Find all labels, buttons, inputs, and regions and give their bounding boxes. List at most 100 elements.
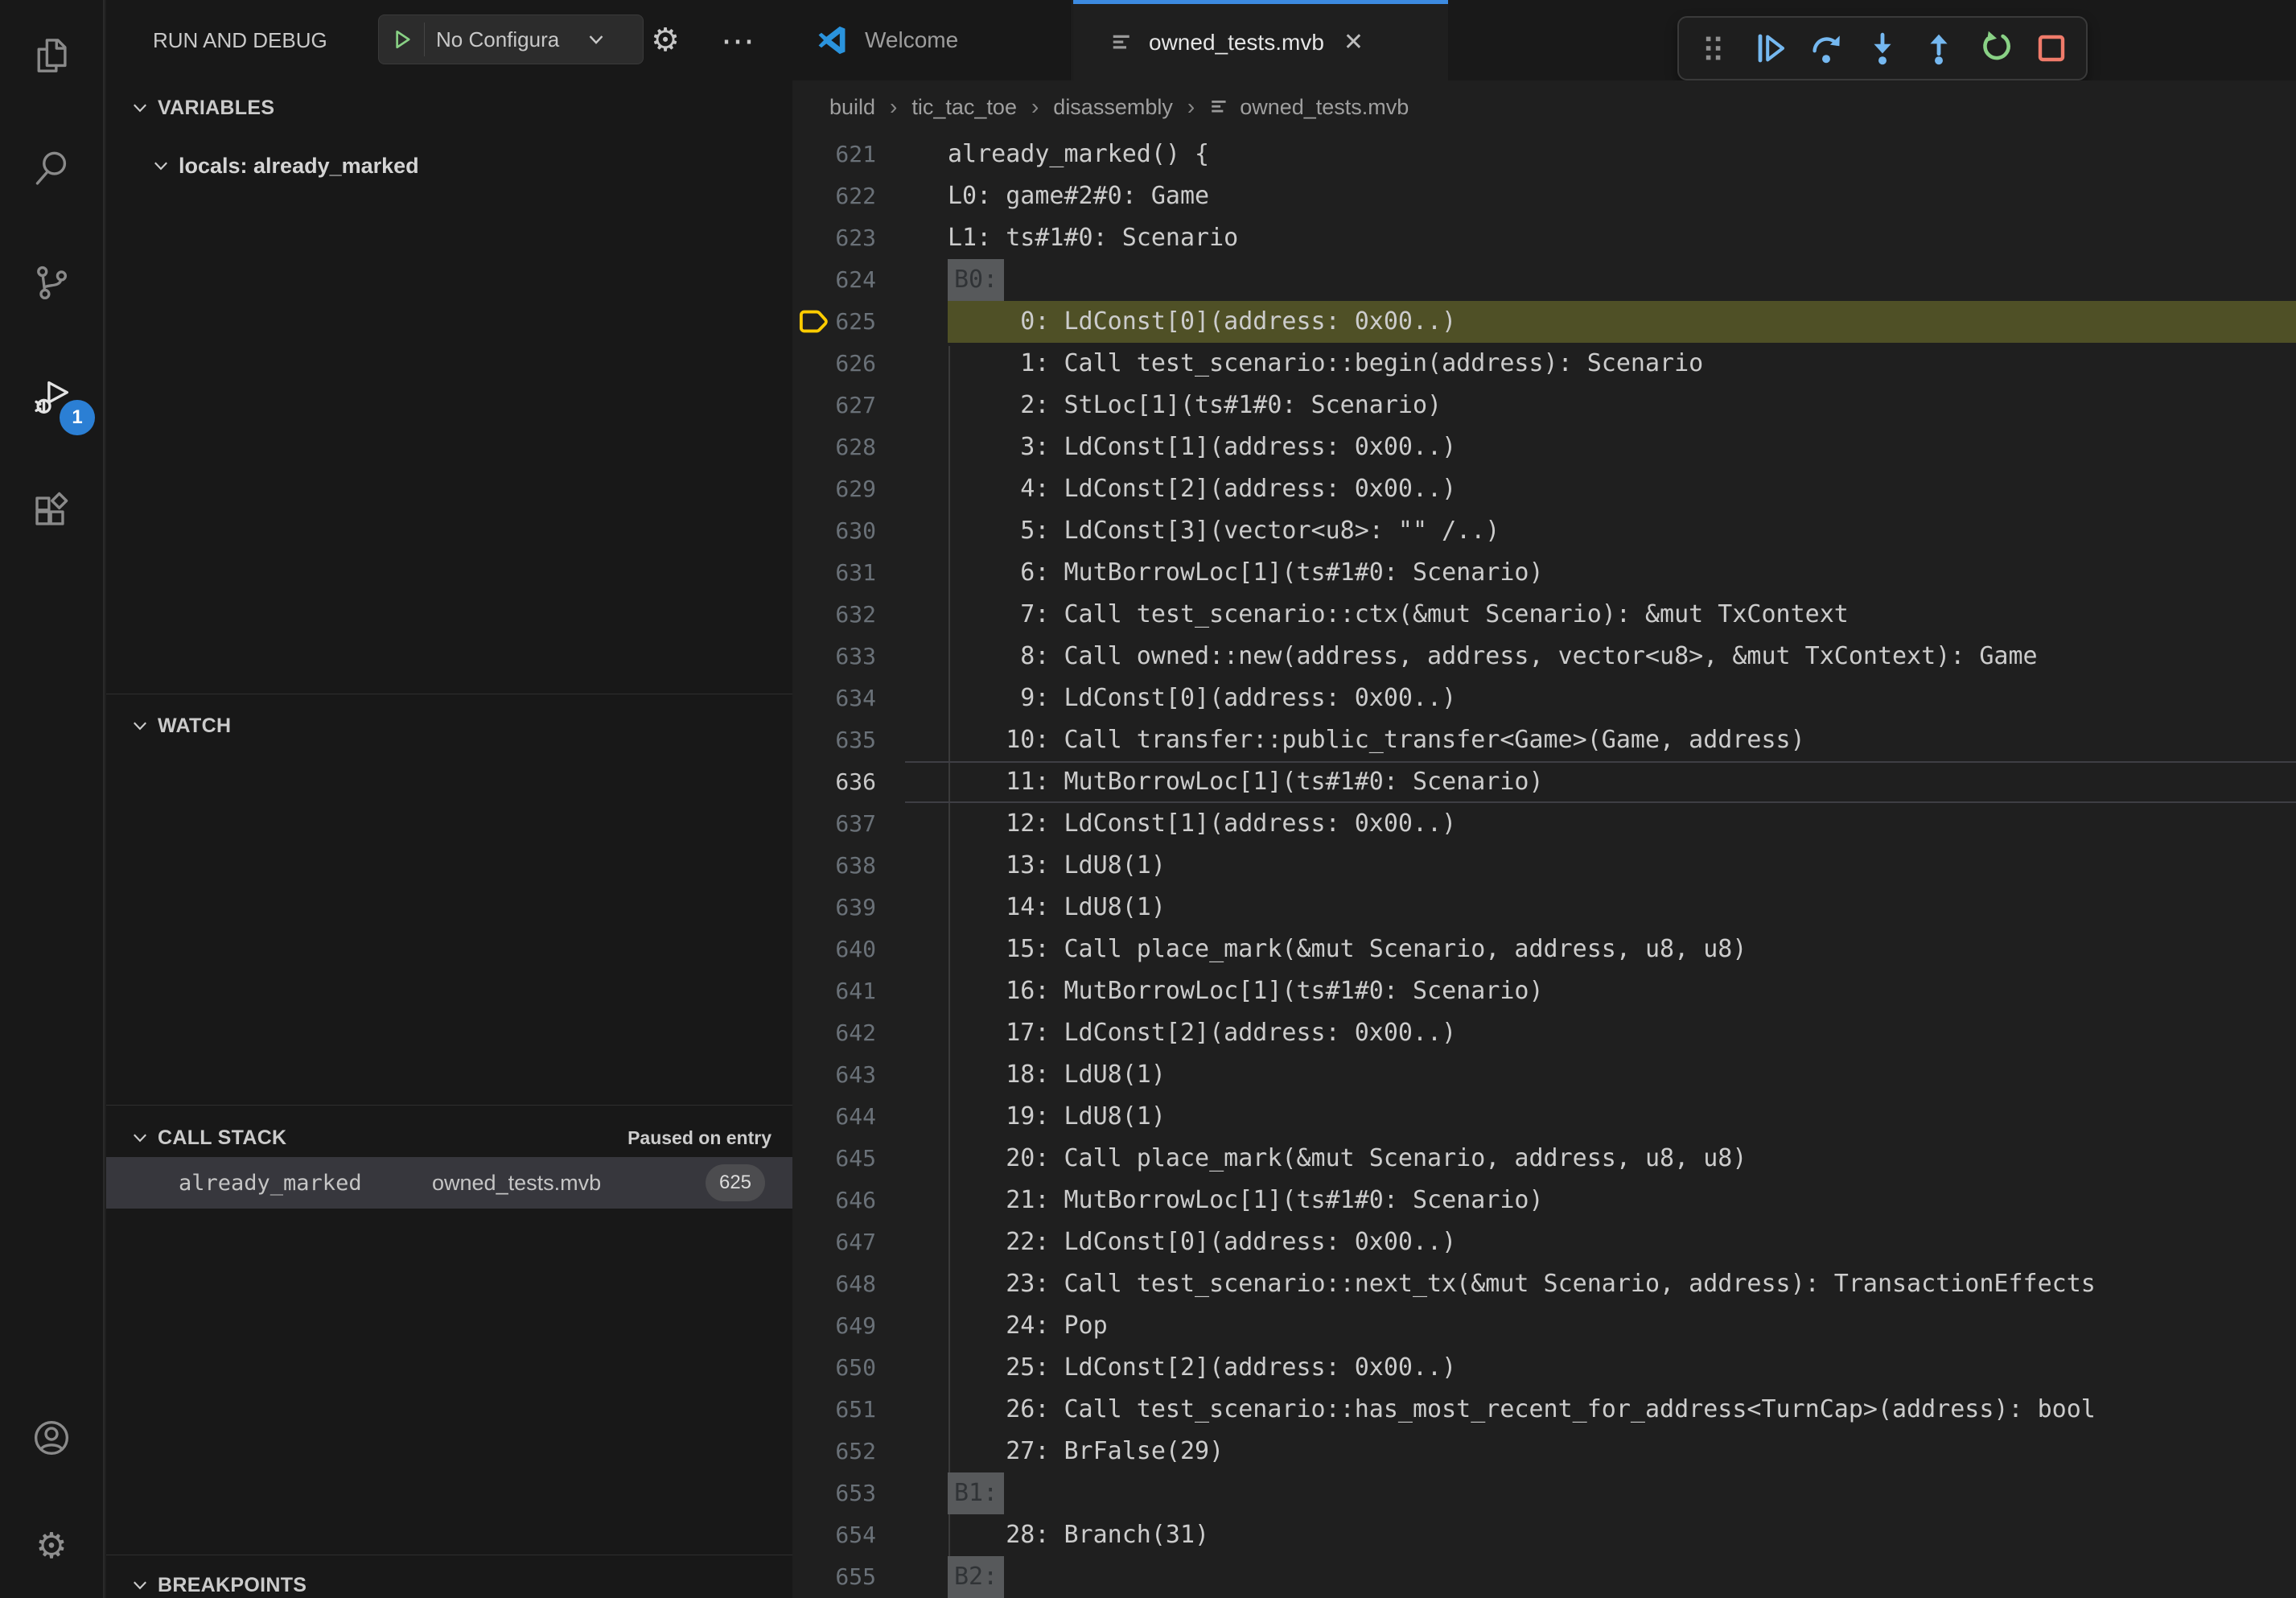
breadcrumb-item[interactable]: disassembly <box>1053 95 1173 120</box>
line-number[interactable]: 638 <box>792 845 876 887</box>
breadcrumb-item-file[interactable]: owned_tests.mvb <box>1209 95 1409 120</box>
code-line-642[interactable]: 642 17: LdConst[2](address: 0x00..) <box>792 1012 2296 1054</box>
line-number[interactable]: 655 <box>792 1556 876 1598</box>
code-line-621[interactable]: 621already_marked() { <box>792 134 2296 175</box>
line-number[interactable]: 626 <box>792 343 876 385</box>
code-line-645[interactable]: 645 20: Call place_mark(&mut Scenario, a… <box>792 1138 2296 1180</box>
breadcrumb-item[interactable]: tic_tac_toe <box>911 95 1017 120</box>
tab-welcome[interactable]: Welcome <box>792 0 1072 80</box>
account-icon[interactable] <box>0 1390 103 1485</box>
code-line-643[interactable]: 643 18: LdU8(1) <box>792 1054 2296 1096</box>
line-number[interactable]: 644 <box>792 1096 876 1138</box>
search-icon[interactable] <box>0 121 103 216</box>
code-editor[interactable]: 621already_marked() {622L0: game#2#0: Ga… <box>792 134 2296 1598</box>
step-out-button[interactable] <box>1912 22 1965 75</box>
line-number[interactable]: 632 <box>792 594 876 636</box>
line-number[interactable]: 621 <box>792 134 876 175</box>
call-stack-section-header[interactable]: CALL STACK Paused on entry <box>106 1117 792 1159</box>
code-line-647[interactable]: 647 22: LdConst[0](address: 0x00..) <box>792 1221 2296 1263</box>
line-number[interactable]: 645 <box>792 1138 876 1180</box>
continue-button[interactable] <box>1743 22 1796 75</box>
line-number[interactable]: 641 <box>792 970 876 1012</box>
run-and-debug-icon[interactable]: 1 <box>0 350 103 445</box>
code-line-625[interactable]: 625 0: LdConst[0](address: 0x00..) <box>792 301 2296 343</box>
line-number[interactable]: 642 <box>792 1012 876 1054</box>
debug-settings-gear-icon[interactable]: ⚙ <box>639 0 692 80</box>
code-line-636[interactable]: 636 11: MutBorrowLoc[1](ts#1#0: Scenario… <box>792 761 2296 803</box>
code-line-654[interactable]: 654 28: Branch(31) <box>792 1514 2296 1556</box>
line-number[interactable]: 630 <box>792 510 876 552</box>
restart-button[interactable] <box>1969 22 2022 75</box>
line-number[interactable]: 646 <box>792 1180 876 1221</box>
call-stack-frame[interactable]: already_marked owned_tests.mvb 625 <box>106 1157 792 1209</box>
code-line-652[interactable]: 652 27: BrFalse(29) <box>792 1431 2296 1472</box>
code-line-634[interactable]: 634 9: LdConst[0](address: 0x00..) <box>792 678 2296 719</box>
code-line-644[interactable]: 644 19: LdU8(1) <box>792 1096 2296 1138</box>
line-number[interactable]: 648 <box>792 1263 876 1305</box>
stop-button[interactable] <box>2025 22 2078 75</box>
drag-grip-icon[interactable] <box>1687 22 1740 75</box>
breadcrumb-item[interactable]: build <box>829 95 875 120</box>
code-line-638[interactable]: 638 13: LdU8(1) <box>792 845 2296 887</box>
code-line-629[interactable]: 629 4: LdConst[2](address: 0x00..) <box>792 468 2296 510</box>
line-number[interactable]: 637 <box>792 803 876 845</box>
code-line-622[interactable]: 622L0: game#2#0: Game <box>792 175 2296 217</box>
line-number[interactable]: 643 <box>792 1054 876 1096</box>
code-line-632[interactable]: 632 7: Call test_scenario::ctx(&mut Scen… <box>792 594 2296 636</box>
code-line-627[interactable]: 627 2: StLoc[1](ts#1#0: Scenario) <box>792 385 2296 426</box>
line-number[interactable]: 654 <box>792 1514 876 1556</box>
line-number[interactable]: 624 <box>792 259 876 301</box>
watch-section-header[interactable]: WATCH <box>106 705 792 747</box>
code-line-655[interactable]: 655B2: <box>792 1556 2296 1598</box>
configuration-select[interactable]: No Configura <box>436 27 586 52</box>
locals-tree-item[interactable]: locals: already_marked <box>106 145 792 187</box>
code-line-631[interactable]: 631 6: MutBorrowLoc[1](ts#1#0: Scenario) <box>792 552 2296 594</box>
line-number[interactable]: 633 <box>792 636 876 678</box>
line-number[interactable]: 628 <box>792 426 876 468</box>
line-number[interactable]: 640 <box>792 929 876 970</box>
variables-section-header[interactable]: VARIABLES <box>106 87 792 129</box>
step-over-button[interactable] <box>1800 22 1853 75</box>
code-line-646[interactable]: 646 21: MutBorrowLoc[1](ts#1#0: Scenario… <box>792 1180 2296 1221</box>
code-line-639[interactable]: 639 14: LdU8(1) <box>792 887 2296 929</box>
extensions-icon[interactable] <box>0 465 103 560</box>
start-debug-play-icon[interactable] <box>390 27 414 51</box>
code-line-649[interactable]: 649 24: Pop <box>792 1305 2296 1347</box>
launch-configuration-button[interactable]: No Configura <box>378 14 644 64</box>
code-line-637[interactable]: 637 12: LdConst[1](address: 0x00..) <box>792 803 2296 845</box>
code-line-626[interactable]: 626 1: Call test_scenario::begin(address… <box>792 343 2296 385</box>
code-line-641[interactable]: 641 16: MutBorrowLoc[1](ts#1#0: Scenario… <box>792 970 2296 1012</box>
line-number[interactable]: 651 <box>792 1389 876 1431</box>
line-number[interactable]: 647 <box>792 1221 876 1263</box>
explorer-icon[interactable] <box>0 8 103 103</box>
line-number[interactable]: 649 <box>792 1305 876 1347</box>
code-line-640[interactable]: 640 15: Call place_mark(&mut Scenario, a… <box>792 929 2296 970</box>
tab-owned-tests[interactable]: owned_tests.mvb ✕ <box>1073 0 1448 80</box>
line-number[interactable]: 629 <box>792 468 876 510</box>
more-actions-icon[interactable]: ⋯ <box>711 0 764 80</box>
code-line-650[interactable]: 650 25: LdConst[2](address: 0x00..) <box>792 1347 2296 1389</box>
settings-gear-icon[interactable]: ⚙ <box>0 1498 103 1593</box>
line-number[interactable]: 631 <box>792 552 876 594</box>
line-number[interactable]: 650 <box>792 1347 876 1389</box>
line-number[interactable]: 639 <box>792 887 876 929</box>
line-number[interactable]: 634 <box>792 678 876 719</box>
code-line-628[interactable]: 628 3: LdConst[1](address: 0x00..) <box>792 426 2296 468</box>
code-line-630[interactable]: 630 5: LdConst[3](vector<u8>: "" /..) <box>792 510 2296 552</box>
line-number[interactable]: 653 <box>792 1472 876 1514</box>
code-line-651[interactable]: 651 26: Call test_scenario::has_most_rec… <box>792 1389 2296 1431</box>
close-icon[interactable]: ✕ <box>1343 28 1364 56</box>
line-number[interactable]: 627 <box>792 385 876 426</box>
step-into-button[interactable] <box>1856 22 1909 75</box>
code-line-624[interactable]: 624B0: <box>792 259 2296 301</box>
code-line-623[interactable]: 623L1: ts#1#0: Scenario <box>792 217 2296 259</box>
line-number[interactable]: 635 <box>792 719 876 761</box>
code-line-653[interactable]: 653B1: <box>792 1472 2296 1514</box>
line-number[interactable]: 652 <box>792 1431 876 1472</box>
line-number[interactable]: 623 <box>792 217 876 259</box>
code-line-635[interactable]: 635 10: Call transfer::public_transfer<G… <box>792 719 2296 761</box>
source-control-icon[interactable] <box>0 235 103 330</box>
breakpoints-section-header[interactable]: BREAKPOINTS <box>106 1564 792 1598</box>
line-number[interactable]: 622 <box>792 175 876 217</box>
line-number[interactable]: 636 <box>792 761 876 803</box>
